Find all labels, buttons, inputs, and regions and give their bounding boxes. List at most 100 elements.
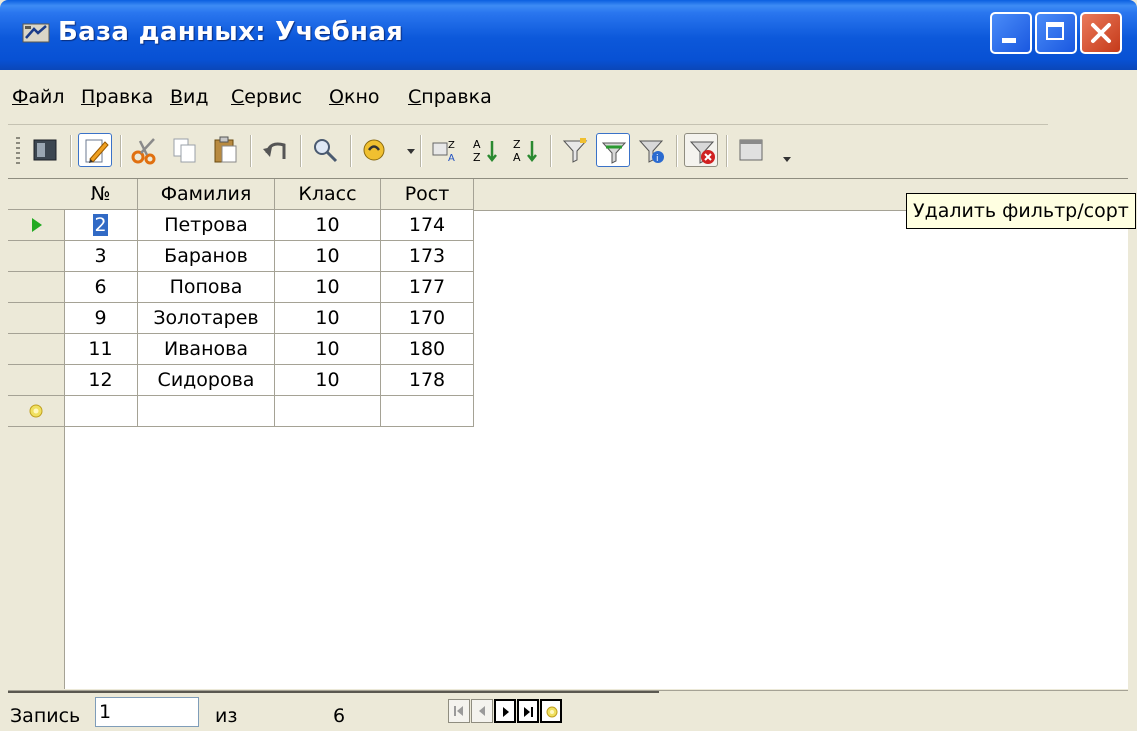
record-selector[interactable] xyxy=(8,334,64,365)
record-number-input[interactable]: 1 xyxy=(95,697,199,727)
table-cell-class[interactable]: 10 xyxy=(275,210,381,241)
table-cell-height[interactable]: 174 xyxy=(381,210,474,241)
toolbar-separator xyxy=(120,135,122,167)
link-icon xyxy=(363,139,385,161)
apply-filter-icon: i xyxy=(638,140,664,164)
filter-icon xyxy=(601,142,627,164)
menu-edit[interactable]: Правка xyxy=(81,86,153,108)
new-cell-surname[interactable] xyxy=(138,396,275,427)
close-button[interactable] xyxy=(1080,12,1122,54)
table-cell-surname[interactable]: Петрова xyxy=(138,210,275,241)
close-icon xyxy=(1091,23,1111,43)
previous-record-button[interactable] xyxy=(471,699,493,723)
table-cell-number[interactable]: 12 xyxy=(64,365,138,396)
table-cell-class[interactable]: 10 xyxy=(275,241,381,272)
table-cell-class[interactable]: 10 xyxy=(275,272,381,303)
table-cell-surname[interactable]: Иванова xyxy=(138,334,275,365)
select-all-corner[interactable] xyxy=(8,179,64,210)
find-icon xyxy=(314,139,338,163)
copy-button[interactable] xyxy=(168,133,202,167)
view-icon xyxy=(33,139,57,161)
database-window-button[interactable] xyxy=(734,133,768,167)
menu-help[interactable]: Справка xyxy=(408,86,492,108)
menu-tools[interactable]: Сервис xyxy=(231,86,302,108)
column-header-number[interactable]: № xyxy=(64,179,138,210)
table-cell-surname[interactable]: Попова xyxy=(138,272,275,303)
new-record-selector[interactable] xyxy=(8,396,64,427)
apply-filter-button[interactable]: i xyxy=(634,133,668,167)
sort-button[interactable]: ZA xyxy=(428,133,462,167)
filter-by-selection-button[interactable] xyxy=(558,133,592,167)
next-record-button[interactable] xyxy=(494,699,516,723)
table-cell-class[interactable]: 10 xyxy=(275,365,381,396)
table-cell-number[interactable]: 9 xyxy=(64,303,138,334)
table-cell-height[interactable]: 177 xyxy=(381,272,474,303)
table-cell-height[interactable]: 178 xyxy=(381,365,474,396)
remove-filter-sort-button[interactable] xyxy=(684,133,718,167)
toolbar-options-button[interactable] xyxy=(770,133,791,167)
new-cell-height[interactable] xyxy=(381,396,474,427)
new-cell-number[interactable] xyxy=(64,396,138,427)
toolbar-separator xyxy=(550,135,552,167)
hyperlink-button[interactable] xyxy=(358,133,392,167)
status-divider xyxy=(8,691,659,693)
column-header-class[interactable]: Класс xyxy=(275,179,381,210)
first-record-button[interactable] xyxy=(448,699,470,723)
undo-button[interactable] xyxy=(258,133,292,167)
edit-record-button[interactable] xyxy=(78,133,112,167)
svg-text:Z: Z xyxy=(513,138,521,151)
record-selector[interactable] xyxy=(8,210,64,241)
column-header-surname[interactable]: Фамилия xyxy=(138,179,275,210)
record-selector[interactable] xyxy=(8,272,64,303)
menu-view[interactable]: Вид xyxy=(170,86,209,108)
table-cell-height[interactable]: 173 xyxy=(381,241,474,272)
toolbar-separator xyxy=(300,135,302,167)
cut-button[interactable] xyxy=(128,133,162,167)
record-selector[interactable] xyxy=(8,241,64,272)
table-cell-height[interactable]: 170 xyxy=(381,303,474,334)
hyperlink-dropdown[interactable] xyxy=(394,133,415,167)
table-cell-number[interactable]: 11 xyxy=(64,334,138,365)
menu-bar: Файл Правка Вид Сервис Окно Справка xyxy=(8,74,1128,124)
remove-filter-icon xyxy=(689,141,715,164)
record-selector[interactable] xyxy=(8,365,64,396)
datasheet: № Фамилия Класс Рост 2 Петрова 10 174 3 … xyxy=(8,178,1128,689)
paste-button[interactable] xyxy=(208,133,242,167)
table-cell-surname[interactable]: Золотарев xyxy=(138,303,275,334)
table-cell-number[interactable]: 3 xyxy=(64,241,138,272)
minimize-button[interactable] xyxy=(990,12,1032,54)
filter-form-button[interactable] xyxy=(596,133,630,167)
toolbar-separator xyxy=(70,135,72,167)
toolbar-separator xyxy=(350,135,352,167)
column-header-height[interactable]: Рост xyxy=(381,179,474,210)
view-button[interactable] xyxy=(28,133,62,167)
find-button[interactable] xyxy=(308,133,342,167)
table-cell-surname[interactable]: Сидорова xyxy=(138,365,275,396)
sort-ascending-button[interactable]: AZ xyxy=(468,133,502,167)
title-bar[interactable]: База данных: Учебная xyxy=(0,0,1137,70)
toolbar-separator xyxy=(420,135,422,167)
maximize-button[interactable] xyxy=(1035,12,1077,54)
record-selector[interactable] xyxy=(8,303,64,334)
chevron-down-icon xyxy=(407,149,415,154)
last-record-button[interactable] xyxy=(517,699,539,723)
svg-text:i: i xyxy=(656,154,659,164)
new-cell-class[interactable] xyxy=(275,396,381,427)
table-cell-surname[interactable]: Баранов xyxy=(138,241,275,272)
new-record-button[interactable] xyxy=(540,699,562,723)
table-cell-number[interactable]: 2 xyxy=(64,210,138,241)
svg-text:A: A xyxy=(513,151,521,164)
clipboard-icon xyxy=(214,136,237,163)
table-cell-class[interactable]: 10 xyxy=(275,334,381,365)
sort-descending-button[interactable]: ZA xyxy=(508,133,542,167)
previous-record-icon xyxy=(479,706,485,716)
table-cell-height[interactable]: 180 xyxy=(381,334,474,365)
table-cell-class[interactable]: 10 xyxy=(275,303,381,334)
table-cell-number[interactable]: 6 xyxy=(64,272,138,303)
toolbar-grip[interactable] xyxy=(16,137,20,167)
toolbar-separator xyxy=(676,135,678,167)
menu-window[interactable]: Окно xyxy=(329,86,380,108)
next-record-icon xyxy=(503,707,509,717)
scissors-icon xyxy=(131,138,156,165)
menu-file[interactable]: Файл xyxy=(12,86,65,108)
